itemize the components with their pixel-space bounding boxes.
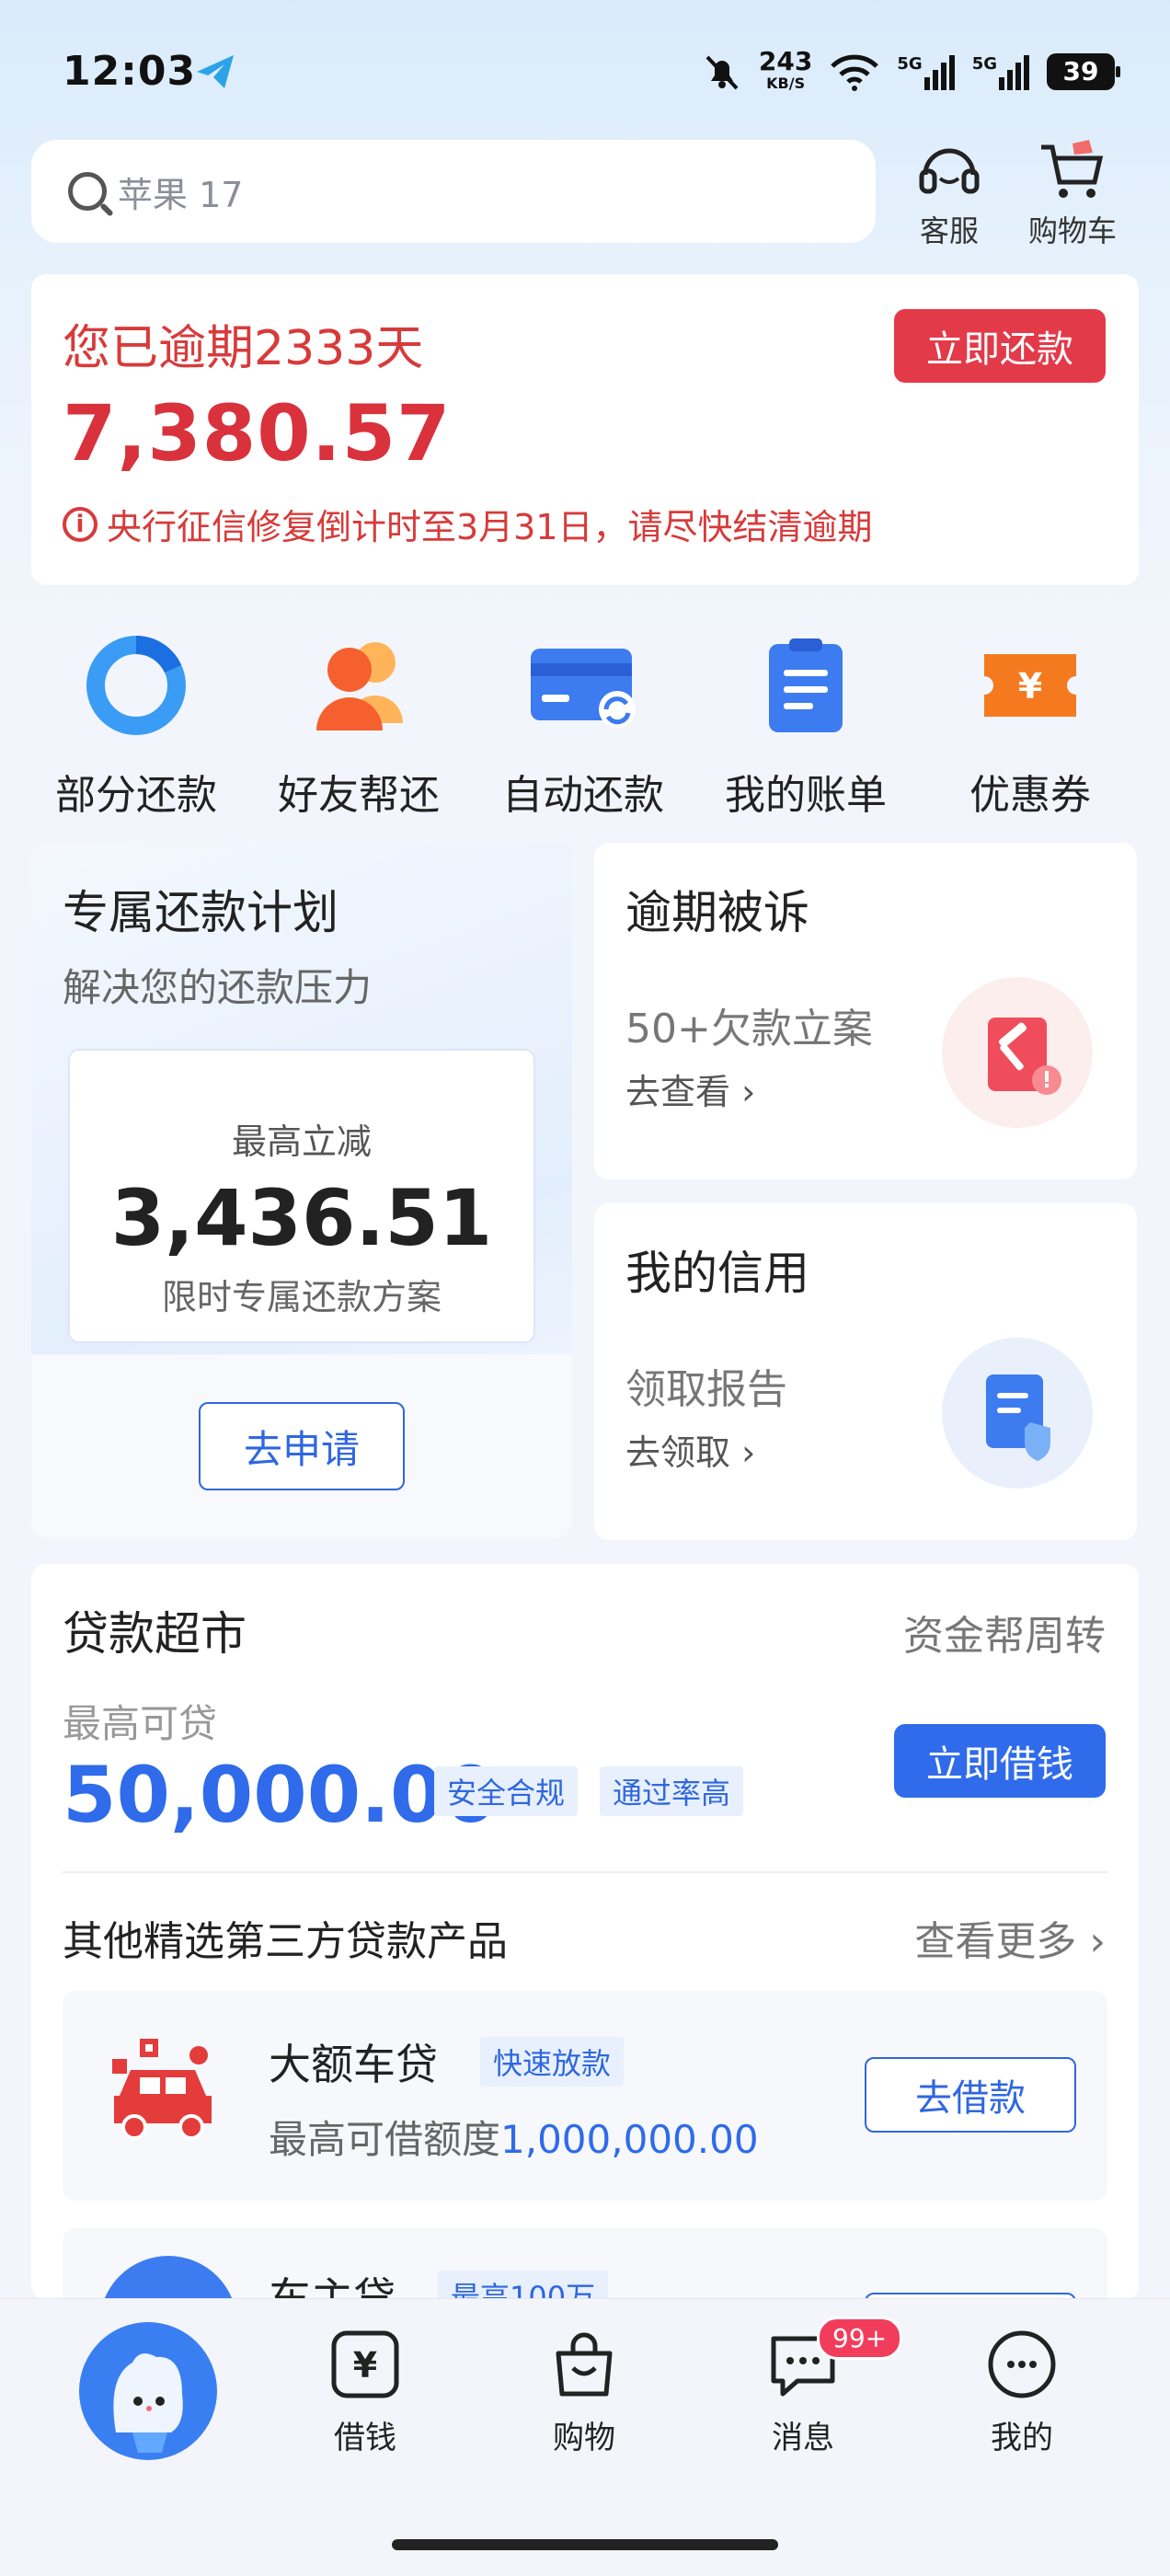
search-icon xyxy=(68,172,107,211)
mute-bell-icon xyxy=(705,55,739,89)
profile-icon xyxy=(988,2330,1056,2398)
product-tag: 最高100万 xyxy=(438,2271,609,2300)
quick-action-coupon[interactable]: ¥ 优惠券 xyxy=(929,635,1131,821)
owner-loan-icon xyxy=(99,2256,237,2300)
loan-market-card: 贷款超市 资金帮周转 最高可贷 50,000.00 安全合规 通过率高 立即借钱… xyxy=(31,1564,1139,2300)
gavel-icon xyxy=(942,977,1093,1128)
quick-action-my-bill[interactable]: 我的账单 xyxy=(705,635,907,821)
customer-service-button[interactable]: 客服 xyxy=(894,138,1004,250)
tag-pass-rate: 通过率高 xyxy=(600,1766,744,1816)
plan-offer-box: 最高立减 3,436.51 限时专属还款方案 xyxy=(68,1049,535,1343)
sued-link[interactable]: 去查看 › xyxy=(625,1064,755,1114)
auto-card-icon xyxy=(531,649,636,728)
repay-now-button[interactable]: 立即还款 xyxy=(894,309,1106,383)
product-owner-loan[interactable]: 车主贷 最高100万 xyxy=(63,2228,1107,2300)
signal-5g-1-icon: 5G xyxy=(897,53,955,90)
plan-title: 专属还款计划 xyxy=(63,886,338,939)
credit-report-icon xyxy=(942,1338,1093,1489)
yuan-icon: ¥ xyxy=(331,2330,399,2398)
tag-safe: 安全合规 xyxy=(434,1766,579,1816)
info-icon: i xyxy=(63,506,98,542)
sued-title: 逾期被诉 xyxy=(625,886,809,939)
bag-icon xyxy=(556,2332,613,2397)
status-time: 12:03 xyxy=(63,48,197,95)
friends-icon xyxy=(316,642,403,730)
product-car-loan[interactable]: 大额车贷 快速放款 最高可借额度1,000,000.00 去借款 xyxy=(63,1991,1107,2201)
plan-reduce-note: 限时专属还款方案 xyxy=(161,1277,442,1317)
car-icon xyxy=(103,2031,223,2155)
cart-icon xyxy=(1041,140,1104,198)
my-credit-card[interactable]: 我的信用 领取报告 去领取 › xyxy=(594,1203,1137,1540)
telegram-icon xyxy=(193,52,237,96)
search-placeholder: 苹果 17 xyxy=(118,174,244,215)
nav-me[interactable]: 我的 xyxy=(953,2328,1091,2457)
overdue-notice: i 央行征信修复倒计时至3月31日，请尽快结清逾期 xyxy=(63,499,873,549)
svg-text:¥: ¥ xyxy=(353,2345,377,2386)
quick-action-auto-repay[interactable]: 自动还款 xyxy=(482,635,684,821)
sued-line1: 50+欠款立案 xyxy=(625,1006,873,1052)
coupon-icon: ¥ xyxy=(984,654,1076,717)
max-loan-amount: 50,000.00 xyxy=(63,1750,498,1840)
cart-button[interactable]: 购物车 xyxy=(1017,138,1128,250)
nav-borrow[interactable]: ¥ 借钱 xyxy=(296,2328,434,2457)
message-badge: 99+ xyxy=(817,2317,903,2360)
plan-subtitle: 解决您的还款压力 xyxy=(63,965,373,1010)
credit-line1: 领取报告 xyxy=(625,1366,787,1413)
home-indicator[interactable] xyxy=(392,2539,778,2550)
market-title: 贷款超市 xyxy=(63,1607,247,1661)
product-tag: 快速放款 xyxy=(480,2037,625,2087)
wifi-icon xyxy=(831,54,879,91)
overdue-sued-card[interactable]: 逾期被诉 50+欠款立案 去查看 › xyxy=(594,843,1137,1179)
nav-shopping[interactable]: 购物 xyxy=(515,2328,653,2457)
product-name: 大额车贷 xyxy=(269,2040,438,2089)
status-icons: 243 KB/S 5G 5G 39 xyxy=(702,46,1120,93)
bill-icon xyxy=(769,638,843,732)
divider xyxy=(63,1871,1107,1873)
market-right-note: 资金帮周转 xyxy=(903,1613,1106,1660)
plan-reduce-label: 最高立减 xyxy=(231,1121,372,1162)
battery-icon: 39 xyxy=(1047,52,1120,90)
credit-link[interactable]: 去领取 › xyxy=(625,1424,755,1475)
overdue-card: 您已逾期2333天 7,380.57 i 央行征信修复倒计时至3月31日，请尽快… xyxy=(31,274,1139,585)
signal-5g-2-icon: 5G xyxy=(972,53,1030,90)
pie-icon xyxy=(86,636,186,735)
product-limit: 最高可借额度1,000,000.00 xyxy=(269,2117,759,2162)
product-name: 车主贷 xyxy=(269,2273,396,2300)
overdue-amount: 7,380.57 xyxy=(63,388,452,478)
see-more-link[interactable]: 查看更多 › xyxy=(914,1908,1106,1967)
headset-icon xyxy=(919,148,980,194)
overdue-title: 您已逾期2333天 xyxy=(63,321,424,376)
others-title: 其他精选第三方贷款产品 xyxy=(63,1918,508,1965)
max-loan-label: 最高可贷 xyxy=(63,1701,218,1746)
go-borrow-button[interactable]: 去借款 xyxy=(865,2057,1076,2133)
search-input[interactable]: 苹果 17 xyxy=(31,140,876,243)
home-mascot-icon[interactable] xyxy=(79,2322,217,2460)
apply-button[interactable]: 去申请 xyxy=(199,1402,405,1490)
quick-action-friend-repay[interactable]: 好友帮还 xyxy=(258,635,460,821)
plan-reduce-amount: 3,436.51 xyxy=(110,1173,493,1263)
credit-title: 我的信用 xyxy=(625,1247,809,1300)
quick-action-partial-repay[interactable]: 部分还款 xyxy=(35,635,237,821)
repayment-plan-card[interactable]: 专属还款计划 解决您的还款压力 最高立减 3,436.51 限时专属还款方案 去… xyxy=(31,843,572,1538)
borrow-now-button[interactable]: 立即借钱 xyxy=(894,1724,1106,1798)
svg-text:¥: ¥ xyxy=(1018,666,1042,707)
net-speed: 243 KB/S xyxy=(758,46,813,93)
